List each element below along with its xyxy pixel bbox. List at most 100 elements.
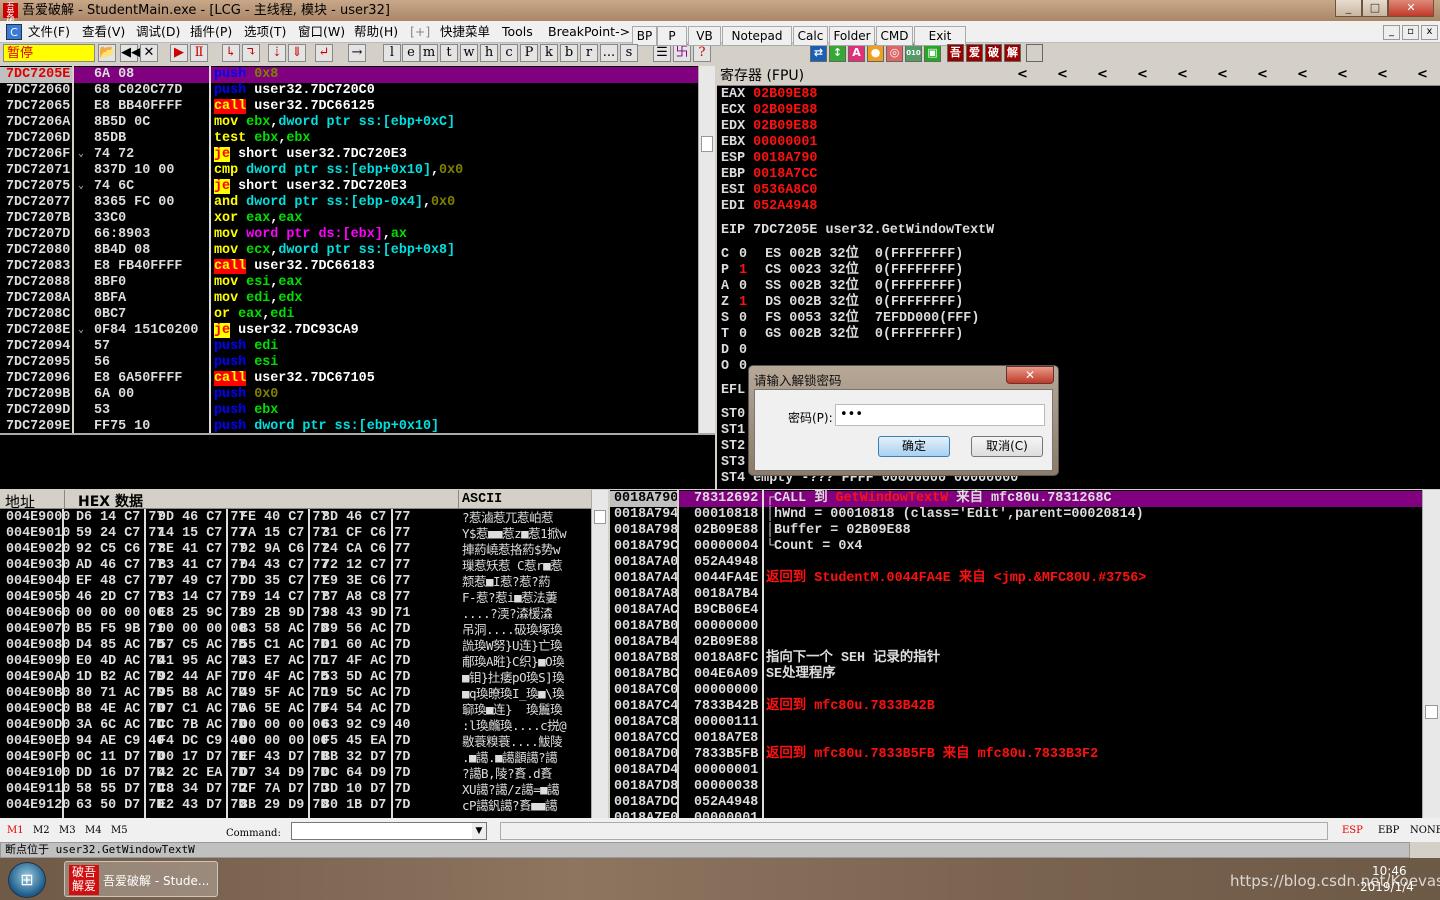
disasm-row[interactable]: 7DC72060 68 C020C77D push user32.7DC720C0 <box>0 83 698 99</box>
expand-arrow-icon[interactable]: < <box>1257 67 1268 82</box>
window-button-t[interactable]: t <box>440 44 458 62</box>
stack-pane[interactable]: 0018A790 78312692 ┌CALL 到 GetWindowTextW 来… <box>610 490 1440 818</box>
dump-row[interactable]: 004E9020 92 C5 C6 77 8E 41 C7 77 92 9A C6 7… <box>0 542 590 558</box>
register-value[interactable]: 0536A8C0 <box>753 183 817 198</box>
step-into-icon[interactable]: ↳ <box>222 44 240 62</box>
stack-row[interactable]: 0018A7D4 00000001 <box>610 763 1422 779</box>
quick-button-folder[interactable]: Folder <box>829 26 875 46</box>
register-row[interactable]: EBX 00000001 <box>721 135 1121 151</box>
minimize-button[interactable]: _ <box>1335 0 1362 17</box>
dialog-close-button[interactable]: ✕ <box>1006 366 1054 384</box>
dump-header-address[interactable]: 地址 <box>5 491 35 512</box>
execute-till-return-icon[interactable]: ↵ <box>315 44 333 62</box>
register-row[interactable]: EAX 02B09E88 <box>721 87 1121 103</box>
stack-row[interactable]: 0018A7B0 00000000 <box>610 619 1422 635</box>
stack-row[interactable]: 0018A7A0 052A4948 <box>610 555 1422 571</box>
flag-value[interactable]: 0 <box>739 359 747 374</box>
dump-row[interactable]: 004E90B0 80 71 AC 7D 95 B8 AC 7D 49 5F AC 7… <box>0 686 590 702</box>
stack-row[interactable]: 0018A7CC 0018A7E8 <box>610 731 1422 747</box>
flag-row[interactable]: C 0 ES 002B 32位 0(FFFFFFFF) <box>721 247 1121 263</box>
expand-arrow-icon[interactable]: < <box>1337 67 1348 82</box>
stack-row[interactable]: 0018A7B4 02B09E88 <box>610 635 1422 651</box>
brand-button[interactable]: 爱 <box>966 44 983 62</box>
dump-row[interactable]: 004E9120 63 50 D7 7D E2 43 D7 7D 8B 29 D9 7… <box>0 798 590 814</box>
quick-button-p[interactable]: P <box>657 26 687 46</box>
window-button-e[interactable]: e <box>402 44 420 62</box>
disasm-row[interactable]: 7DC72094 57 push edi <box>0 339 698 355</box>
menu-item[interactable]: 调试(D) <box>136 24 180 40</box>
menu-item[interactable]: 窗口(W) <box>298 24 345 40</box>
stack-row[interactable]: 0018A794 00010818 │hWnd = 00010818 (class=… <box>610 507 1422 523</box>
disasm-row[interactable]: 7DC72096 E8 6A50FFFF call user32.7DC67105 <box>0 371 698 387</box>
stack-row[interactable]: 0018A7C8 00000111 <box>610 715 1422 731</box>
flag-row[interactable]: Z 1 DS 002B 32位 0(FFFFFFFF) <box>721 295 1121 311</box>
disasm-row[interactable]: 7DC72065 E8 BB40FFFF call user32.7DC66125 <box>0 99 698 115</box>
stack-row[interactable]: 0018A7D8 00000038 <box>610 779 1422 795</box>
disasm-row[interactable]: 7DC72088 8BF0 mov esi,eax <box>0 275 698 291</box>
dump-row[interactable]: 004E9050 46 2D C7 77 B3 14 C7 77 69 14 C7 7… <box>0 590 590 606</box>
stack-row[interactable]: 0018A7A4 0044FA4E 返回到 StudentM.0044FA4E 来自… <box>610 571 1422 587</box>
disasm-row[interactable]: 7DC7206F ⌄ 74 72 je short user32.7DC720E3 <box>0 147 698 163</box>
eip-row[interactable]: EIP 7DC7205E user32.GetWindowTextW <box>721 223 994 239</box>
password-input[interactable]: ••• <box>835 404 1045 426</box>
disassembly-scrollbar[interactable] <box>698 66 715 433</box>
dump-row[interactable]: 004E9110 58 55 D7 7D C8 34 D7 7D 2F 7A D7 7… <box>0 782 590 798</box>
window-button-more[interactable]: ... <box>600 44 618 62</box>
disasm-row[interactable]: 7DC72077 8365 FC 00 and dword ptr ss:[ebp-… <box>0 195 698 211</box>
quick-button-exit[interactable]: Exit <box>914 26 966 46</box>
disasm-row[interactable]: 7DC7206D 85DB test ebx,ebx <box>0 131 698 147</box>
dump-row[interactable]: 004E9070 B5 F5 9B 71 00 00 00 00 B3 58 AC 7… <box>0 622 590 638</box>
dump-row[interactable]: 004E90E0 94 AE C9 40 F4 DC C9 40 00 00 00 0… <box>0 734 590 750</box>
expand-arrow-icon[interactable]: < <box>1377 67 1388 82</box>
register-value[interactable]: 0018A790 <box>753 151 817 166</box>
disasm-row[interactable]: 7DC7206A 8B5D 0C mov ebx,dword ptr ss:[ebp… <box>0 115 698 131</box>
open-icon[interactable]: 📂 <box>98 44 116 62</box>
fpu-row[interactable]: ST1 <box>721 423 745 439</box>
window-button-w[interactable]: w <box>460 44 478 62</box>
dump-row[interactable]: 004E9090 E0 4D AC 7D 41 95 AC 7D 43 E7 AC 7… <box>0 654 590 670</box>
stack-row[interactable]: 0018A79C 00000004 └Count = 0x4 <box>610 539 1422 555</box>
register-row[interactable]: ECX 02B09E88 <box>721 103 1121 119</box>
mdi-minimize-button[interactable]: _ <box>1383 25 1400 40</box>
ok-button[interactable]: 确定 <box>878 436 950 457</box>
stack-row[interactable]: 0018A7A8 0018A7B4 <box>610 587 1422 603</box>
menu-item[interactable]: [+] <box>410 24 430 40</box>
trace-into-icon[interactable]: ⇣ <box>268 44 286 62</box>
flag-row[interactable]: D0 <box>721 343 1121 359</box>
stack-row[interactable]: 0018A798 02B09E88 │Buffer = 02B09E88 <box>610 523 1422 539</box>
restart-icon[interactable]: ◀◀ <box>120 44 141 62</box>
disasm-row[interactable]: 7DC7209D 53 push ebx <box>0 403 698 419</box>
dump-row[interactable]: 004E9000 D6 14 C7 77 9D 46 C7 77 FE 40 C7 7… <box>0 510 590 526</box>
disasm-row[interactable]: 7DC72080 8B4D 08 mov ecx,dword ptr ss:[ebp… <box>0 243 698 259</box>
brand-button[interactable]: 吾 <box>947 44 964 62</box>
dump-row[interactable]: 004E9100 DD 16 D7 7D 42 2C EA 7D D7 34 D9 7… <box>0 766 590 782</box>
dump-row[interactable]: 004E9030 AD 46 C7 77 B3 41 C7 77 04 43 C7 7… <box>0 558 590 574</box>
menu-item[interactable]: Tools <box>502 24 533 40</box>
fpu-row[interactable]: ST0 <box>721 407 745 423</box>
window-button-s[interactable]: s <box>620 44 638 62</box>
quick-button-bp[interactable]: BP <box>632 26 657 46</box>
fpu-row[interactable]: ST3 <box>721 455 745 471</box>
flag-value[interactable]: 1 <box>739 295 747 310</box>
stack-follow-ebp[interactable]: EBP <box>1378 825 1399 836</box>
grid-icon[interactable]: 卐 <box>673 44 691 62</box>
window-button-k[interactable]: k <box>540 44 558 62</box>
flag-value[interactable]: 0 <box>739 327 747 342</box>
record-icon[interactable]: ● <box>867 44 884 62</box>
brand-button[interactable]: 破 <box>985 44 1002 62</box>
menu-item[interactable]: 文件(F) <box>28 24 70 40</box>
expand-arrow-icon[interactable]: < <box>1097 67 1108 82</box>
updown-icon[interactable]: ↕ <box>829 44 846 62</box>
register-value[interactable]: 00000001 <box>753 135 817 150</box>
expand-arrow-icon[interactable]: < <box>1177 67 1188 82</box>
help-icon[interactable]: ? <box>693 44 711 62</box>
dump-header-ascii[interactable]: ASCII <box>462 492 502 508</box>
stack-row[interactable]: 0018A7DC 052A4948 <box>610 795 1422 811</box>
flag-row[interactable]: S 0 FS 0053 32位 7EFDD000(FFF) <box>721 311 1121 327</box>
dump-row[interactable]: 004E90F0 0C 11 D7 7D 00 17 D7 7D EF 43 D7 7… <box>0 750 590 766</box>
dump-scrollbar[interactable] <box>591 490 608 818</box>
disasm-row[interactable]: 7DC7209E FF75 10 push dword ptr ss:[ebp+0x… <box>0 419 698 433</box>
mark-button-m2[interactable]: M2 <box>33 825 50 836</box>
register-row[interactable]: EDX 02B09E88 <box>721 119 1121 135</box>
expand-arrow-icon[interactable]: < <box>1137 67 1148 82</box>
